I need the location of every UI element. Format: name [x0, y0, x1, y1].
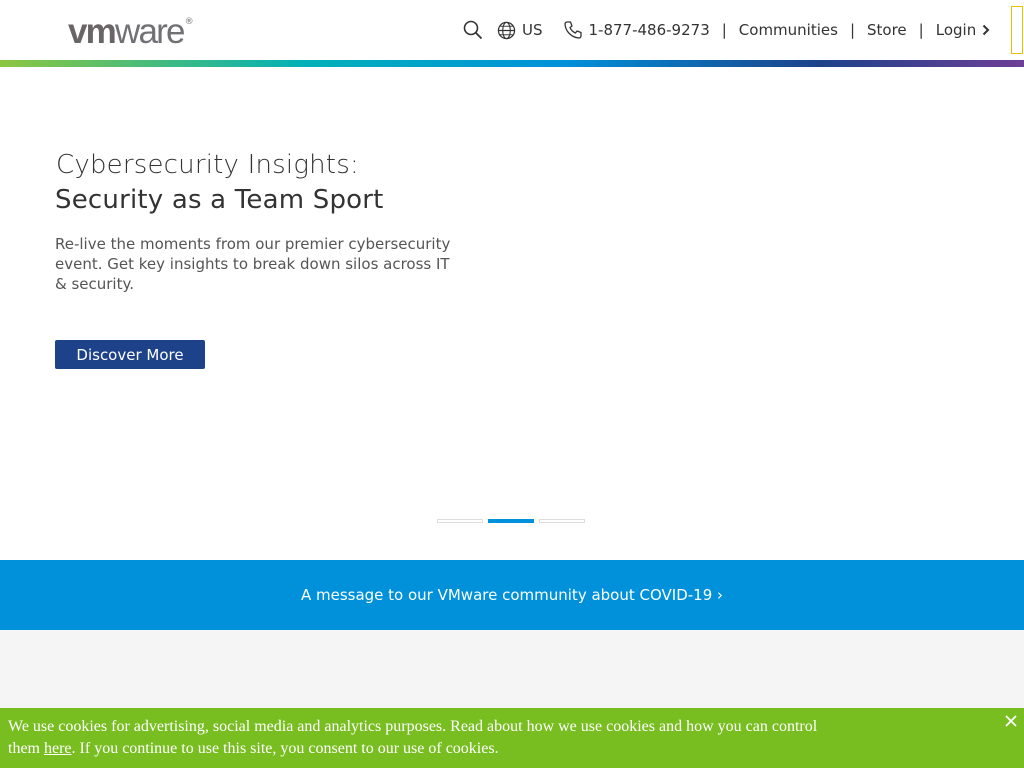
globe-icon [497, 21, 516, 40]
nav-separator: | [918, 21, 924, 39]
carousel-dot-1[interactable] [437, 519, 483, 523]
close-icon[interactable] [1002, 712, 1020, 730]
discover-more-button[interactable]: Discover More [55, 340, 205, 369]
site-header: vmware ® US 1-877-486-9273 | Communities … [0, 0, 1024, 60]
carousel-dot-2[interactable] [488, 519, 534, 523]
login-label: Login [935, 21, 977, 39]
covid-message-link[interactable]: A message to our VMware community about … [301, 586, 723, 604]
hero-carousel [0, 67, 1024, 560]
carousel-dot-3[interactable] [539, 519, 585, 523]
cookie-policy-link[interactable]: here [44, 740, 72, 757]
cookie-text-part2: . If you continue to use this site, you … [71, 740, 499, 757]
phone-number: 1-877-486-9273 [588, 21, 710, 39]
region-label: US [522, 21, 543, 39]
utility-nav: US 1-877-486-9273 | Communities | Store … [462, 18, 1000, 42]
nav-separator: | [721, 21, 727, 39]
feedback-side-tab[interactable] [1011, 6, 1023, 54]
logo-registered-mark: ® [184, 16, 194, 27]
vmware-logo[interactable]: vmware ® [68, 14, 212, 49]
hero-description: Re-live the moments from our premier cyb… [55, 235, 451, 293]
phone-link[interactable]: 1-877-486-9273 [563, 20, 710, 40]
region-selector[interactable]: US [497, 21, 543, 40]
carousel-indicators [437, 519, 585, 523]
covid-banner: A message to our VMware community about … [0, 560, 1024, 630]
nav-separator: | [849, 21, 856, 39]
cookie-banner: We use cookies for advertising, social m… [0, 708, 1024, 768]
cookie-message: We use cookies for advertising, social m… [8, 716, 823, 760]
login-link[interactable]: Login [936, 21, 990, 39]
store-link[interactable]: Store [867, 21, 907, 39]
logo-wordmark: vmware [68, 12, 185, 51]
phone-icon [563, 20, 583, 40]
brand-gradient-bar [0, 60, 1024, 67]
chevron-right-icon [982, 24, 990, 36]
search-icon[interactable] [463, 20, 483, 40]
communities-link[interactable]: Communities [739, 21, 838, 39]
hero-title-line2: Security as a Team Sport [55, 185, 384, 215]
hero-title-line1: Cybersecurity Insights: [56, 150, 359, 180]
